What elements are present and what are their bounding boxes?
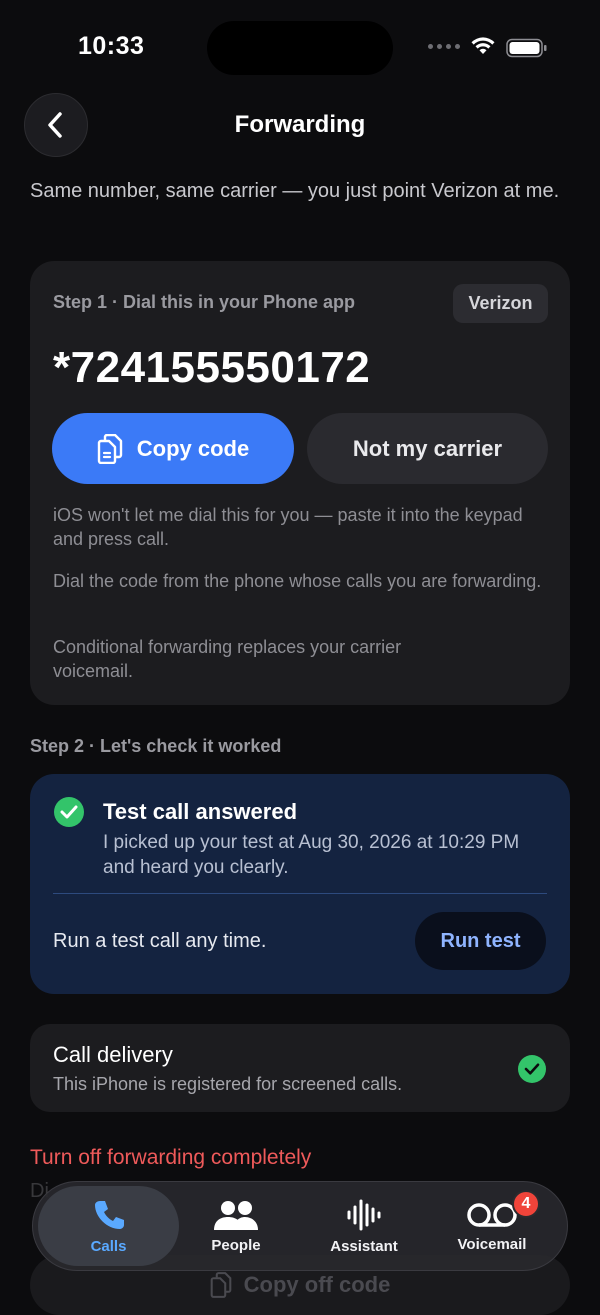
step1-label: Step 1 · Dial this in your Phone app [53,292,356,312]
tab-people[interactable]: People [169,1181,303,1271]
tab-voicemail[interactable]: Voicemail [425,1181,559,1271]
copy-icon [210,1272,231,1298]
wifi-icon [470,36,496,61]
step2-label: Step 2 · Let's check it worked [30,736,282,756]
tab-assistant[interactable]: Assistant [297,1181,431,1271]
call-delivery-body: This iPhone is registered for screened c… [53,1074,403,1094]
phone-icon [94,1200,124,1229]
note-voicemail: Conditional forwarding replaces your car… [53,637,402,681]
note-dial-from: Dial the code from the phone whose calls… [53,571,542,591]
tab-assistant-label: Assistant [330,1237,398,1255]
check-circle-icon [518,1055,546,1083]
copy-off-code-label: Copy off code [243,1272,391,1297]
not-my-carrier-button[interactable]: Not my carrier [307,413,548,484]
note-ios: iOS won't let me dial this for you — pas… [53,505,523,549]
carrier-badge: Verizon [453,284,548,323]
tab-people-label: People [211,1236,261,1254]
voicemail-icon [467,1202,517,1227]
check-circle-icon [54,797,84,827]
tab-voicemail-label: Voicemail [457,1235,527,1253]
call-delivery-card [30,1024,570,1112]
test-result-title: Test call answered [103,799,298,824]
turn-off-forwarding-link[interactable]: Turn off forwarding completely [30,1146,311,1170]
cellular-signal-icon [428,44,460,49]
status-time: 10:33 [78,32,145,60]
copy-code-button[interactable]: Copy code [52,413,294,484]
waveform-icon [347,1199,381,1230]
run-test-button[interactable]: Run test [415,912,546,970]
divider [53,893,547,894]
dynamic-island [207,21,393,75]
tab-calls-label: Calls [90,1237,127,1255]
page-title: Forwarding [234,111,366,138]
tab-calls[interactable]: Calls [38,1186,179,1266]
people-icon [214,1200,258,1230]
call-delivery-title: Call delivery [53,1042,173,1067]
copy-icon [97,433,122,464]
test-result-body: I picked up your test at Aug 30, 2026 at… [103,832,520,878]
copy-code-label: Copy code [136,435,250,461]
battery-icon [506,38,548,63]
forwarding-code: *724155550172 [53,343,371,392]
voicemail-badge: 4 [512,1190,540,1218]
run-test-text: Run a test call any time. [53,930,267,952]
intro-text: Same number, same carrier — you just poi… [30,180,560,202]
